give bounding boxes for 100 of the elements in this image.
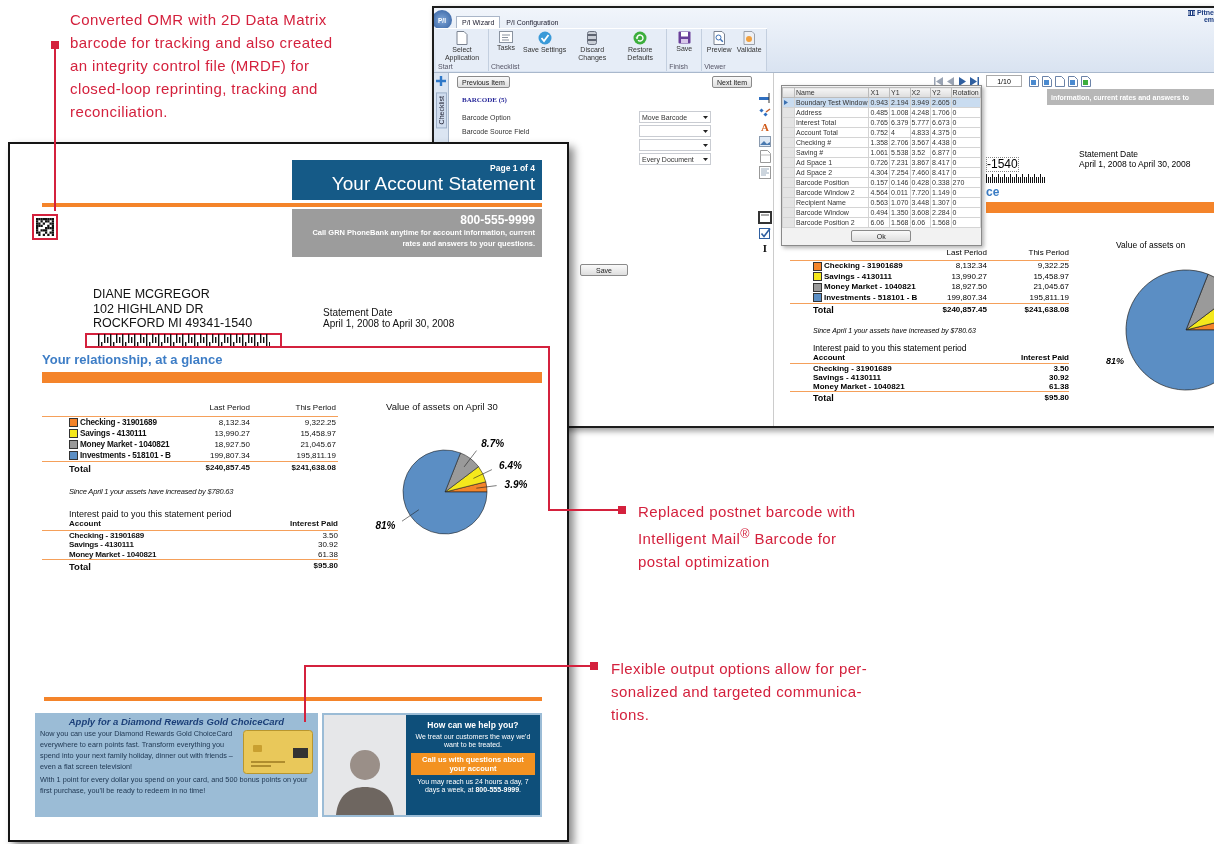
- date-label: Statement Date: [323, 307, 394, 318]
- account-name: Savings - 4130111: [813, 271, 926, 282]
- credit-card-drawing: [242, 729, 313, 774]
- account-name: Checking - 31901689: [69, 530, 145, 540]
- account-name: Investments - 518101 - B: [69, 449, 200, 461]
- amount: 30.92: [316, 540, 338, 550]
- zoom-page-icon[interactable]: [1029, 75, 1039, 87]
- zoom-page-icon[interactable]: [1068, 75, 1078, 87]
- account-name: Checking - 31901689: [813, 261, 926, 272]
- next-page-icon[interactable]: [958, 76, 967, 86]
- refresh-icon: [633, 31, 648, 45]
- amount: $240,857.45: [204, 462, 250, 474]
- account-name: Investments - 518101 - B: [813, 292, 926, 303]
- checkbox-tool-icon[interactable]: [758, 227, 772, 240]
- help-title: How can we help you?: [427, 719, 519, 730]
- column-header: Interest Paid: [1020, 353, 1069, 362]
- text-tool[interactable]: I: [762, 243, 768, 254]
- data-label: 81%: [1106, 356, 1124, 366]
- amount: 3.50: [321, 530, 338, 540]
- amount: 8,132.34: [954, 261, 987, 272]
- callout-text: Replaced postnet barcode with Intelligent Mail$^{®}$ Barcode for postal optimization: [638, 502, 856, 572]
- zoom-page-icon[interactable]: [1042, 75, 1052, 87]
- column-header: This Period: [1027, 248, 1069, 257]
- page-number: Page 1 of 4: [489, 163, 535, 173]
- amount: $241,638.08: [1023, 305, 1069, 315]
- amount: 3.50: [1052, 364, 1069, 373]
- section-title: Interest paid to you this statement period: [813, 343, 968, 353]
- account-name: Money Market - 1040821: [813, 282, 926, 293]
- chart-title: Value of assets on: [1115, 240, 1187, 250]
- line-tool-icon[interactable]: [759, 92, 771, 104]
- address-line: 102 HIGHLAND DR: [93, 301, 205, 316]
- account-name: Savings - 4130111: [813, 373, 883, 382]
- layout-tool-icon[interactable]: [759, 166, 771, 179]
- amount: $241,638.08: [290, 462, 336, 474]
- stamp-icon: [743, 31, 756, 45]
- amount: 61.38: [316, 549, 338, 559]
- account-name: Money Market - 1040821: [69, 549, 158, 559]
- amount: 13,990.27: [213, 427, 250, 439]
- page-icon[interactable]: [1055, 75, 1065, 87]
- checkmark-icon: [537, 31, 552, 45]
- row-pointer-icon: [784, 99, 788, 105]
- account-name: Checking - 31901689: [69, 416, 200, 428]
- caret-icon: [703, 129, 708, 133]
- page-icon[interactable]: [1081, 75, 1091, 87]
- previous-page-icon[interactable]: [946, 76, 955, 86]
- amount: 18,927.50: [213, 438, 250, 450]
- frame-tool-icon[interactable]: [758, 211, 772, 224]
- account-name: Savings - 4130111: [69, 540, 135, 550]
- text-tool[interactable]: A: [761, 122, 769, 133]
- section-heading: ce: [986, 185, 1001, 199]
- page-tool-icon[interactable]: [759, 150, 771, 163]
- image-tool-icon[interactable]: [759, 136, 771, 147]
- document-icon: [456, 31, 468, 45]
- data-label: 81%: [375, 519, 396, 531]
- account-name: Money Market - 1040821: [69, 438, 200, 450]
- date-range: April 1, 2008 to April 30, 2008: [1079, 159, 1192, 169]
- amount: $95.80: [1043, 393, 1069, 403]
- data-label: 3.9%: [504, 478, 528, 490]
- column-header: Account: [813, 353, 846, 362]
- amount: 9,322.25: [1036, 261, 1069, 272]
- section-heading: Your relationship, at a glance: [42, 351, 224, 367]
- list-icon: [499, 31, 513, 43]
- amount: 8,132.34: [217, 416, 250, 428]
- first-page-icon[interactable]: [934, 76, 943, 86]
- caret-icon: [703, 157, 708, 161]
- caret-icon: [703, 143, 708, 147]
- column-header: Interest Paid: [289, 518, 338, 528]
- address-line: ROCKFORD MI 49341-1540: [93, 316, 254, 331]
- total-label: Total: [813, 305, 835, 315]
- data-label: 6.4%: [499, 459, 522, 471]
- amount: 18,927.50: [950, 282, 987, 293]
- total-label: Total: [69, 561, 92, 572]
- column-header: This Period: [294, 402, 336, 412]
- account-name: Money Market - 1040821: [813, 382, 906, 391]
- total-label: Total: [813, 393, 835, 403]
- amount: 21,045.67: [1032, 282, 1069, 293]
- amount: 15,458.97: [1032, 271, 1069, 282]
- last-page-icon[interactable]: [970, 76, 979, 86]
- section-title: Interest paid to you this statement period: [69, 508, 233, 519]
- brand-icon: [1187, 9, 1195, 16]
- account-name: Savings - 4130111: [69, 427, 200, 439]
- barcode-drawing: [986, 174, 1046, 183]
- amount: $240,857.45: [941, 305, 987, 315]
- total-label: Total: [69, 462, 92, 474]
- amount: 199,807.34: [208, 449, 250, 461]
- chart-title: Value of assets on April 30: [385, 400, 499, 412]
- canister-icon: [587, 31, 598, 45]
- shapes-tool-icon[interactable]: [759, 107, 771, 119]
- amount: 199,807.34: [945, 292, 987, 303]
- add-icon[interactable]: [436, 76, 446, 86]
- column-header: Last Period: [945, 248, 987, 257]
- amount: $95.80: [312, 561, 338, 572]
- phone-number: 800-555-9999: [459, 213, 535, 227]
- caret-icon: [703, 115, 708, 119]
- data-label: 8.7%: [481, 437, 505, 449]
- amount: 30.92: [1047, 373, 1069, 382]
- callout-text: Converted OMR with 2D Data Matrix barcode for tracking and also created an integrity control file (MRDF) for closed-loop reprinting, tracking and reconciliation.: [70, 10, 333, 122]
- statement-title: Your Account Statement: [330, 173, 535, 195]
- column-header: Account: [69, 518, 102, 528]
- amount: 21,045.67: [299, 438, 336, 450]
